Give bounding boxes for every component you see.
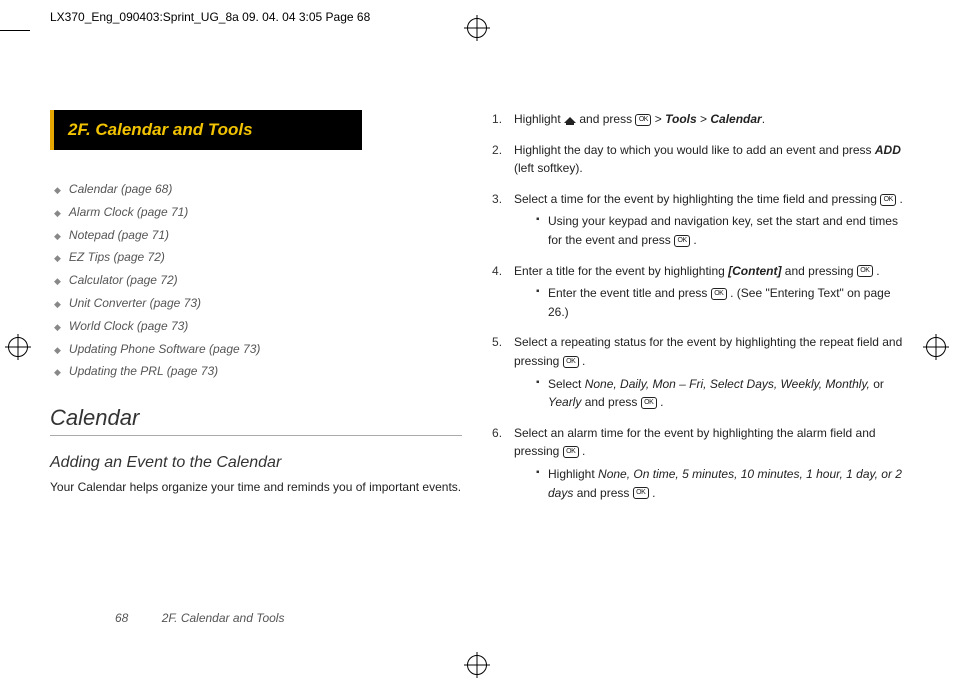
step-3-sub: Using your keypad and navigation key, se… [536,212,904,249]
toc-item: Alarm Clock (page 71) [54,201,462,224]
ok-icon [563,356,579,368]
text: > [697,112,711,126]
intro-paragraph: Your Calendar helps organize your time a… [50,478,462,496]
toc-item: EZ Tips (page 72) [54,246,462,269]
text: . [873,264,880,278]
text: . [690,233,697,247]
ok-icon [711,288,727,300]
text: . [579,354,586,368]
field-content: [Content] [728,264,781,278]
substep: Select None, Daily, Mon – Fri, Select Da… [536,375,904,412]
toc-item: Calendar (page 68) [54,178,462,201]
substep: Using your keypad and navigation key, se… [536,212,904,249]
text: Select [548,377,585,391]
ok-icon [880,194,896,206]
step-6: Select an alarm time for the event by hi… [492,424,904,502]
page-number: 68 [115,611,128,625]
text: . [896,192,903,206]
step-5-sub: Select None, Daily, Mon – Fri, Select Da… [536,375,904,412]
menu-calendar: Calendar [710,112,761,126]
registration-mark-right [926,337,946,357]
text: and press [579,112,635,126]
menu-tools: Tools [665,112,697,126]
toc-item: Notepad (page 71) [54,224,462,247]
left-column: 2F. Calendar and Tools Calendar (page 68… [50,110,462,514]
text: (left softkey). [514,161,583,175]
text: . [579,444,586,458]
text: > [655,112,665,126]
home-icon [564,115,576,125]
text: Highlight [514,112,564,126]
step-1: Highlight and press > Tools > Calendar. [492,110,904,129]
text: or [870,377,884,391]
toc-item: Unit Converter (page 73) [54,292,462,315]
text: Highlight the day to which you would lik… [514,143,875,157]
text: . [657,395,664,409]
ok-icon [635,114,651,126]
toc-item: Calculator (page 72) [54,269,462,292]
right-column: Highlight and press > Tools > Calendar. … [492,110,904,514]
toc-item: Updating the PRL (page 73) [54,360,462,383]
repeat-options: None, Daily, Mon – Fri, Select Days, Wee… [585,377,870,391]
text: and press [573,486,632,500]
heading-adding-event: Adding an Event to the Calendar [50,454,462,472]
print-job-header: LX370_Eng_090403:Sprint_UG_8a 09. 04. 04… [50,10,370,24]
step-6-sub: Highlight None, On time, 5 minutes, 10 m… [536,465,904,502]
text: Using your keypad and navigation key, se… [548,214,898,247]
section-title-text: 2F. Calendar and Tools [68,120,253,139]
running-title: 2F. Calendar and Tools [162,611,285,625]
softkey-add: ADD [875,143,901,157]
step-3: Select a time for the event by highlight… [492,190,904,250]
steps-list: Highlight and press > Tools > Calendar. … [492,110,904,502]
step-4: Enter a title for the event by highlight… [492,262,904,322]
step-2: Highlight the day to which you would lik… [492,141,904,178]
text: and press [581,395,640,409]
registration-mark-top [467,18,487,38]
text: Highlight [548,467,598,481]
table-of-contents: Calendar (page 68) Alarm Clock (page 71)… [54,178,462,383]
substep: Enter the event title and press . (See "… [536,284,904,321]
registration-mark-bottom [467,655,487,675]
toc-item: World Clock (page 73) [54,315,462,338]
ok-icon [674,235,690,247]
step-4-sub: Enter the event title and press . (See "… [536,284,904,321]
substep: Highlight None, On time, 5 minutes, 10 m… [536,465,904,502]
step-5: Select a repeating status for the event … [492,333,904,411]
ok-icon [857,265,873,277]
text: Enter the event title and press [548,286,711,300]
text: and pressing [781,264,856,278]
text: . [762,112,765,126]
toc-item: Updating Phone Software (page 73) [54,338,462,361]
page-footer: 68 2F. Calendar and Tools [115,611,284,625]
ok-icon [633,487,649,499]
ok-icon [641,397,657,409]
page-content: 2F. Calendar and Tools Calendar (page 68… [50,60,904,633]
repeat-yearly: Yearly [548,395,581,409]
text: Enter a title for the event by highlight… [514,264,728,278]
ok-icon [563,446,579,458]
registration-mark-left [8,337,28,357]
text: . [649,486,656,500]
crop-mark [0,30,30,31]
heading-calendar: Calendar [50,405,462,436]
section-title-tab: 2F. Calendar and Tools [50,110,362,150]
text: Select a time for the event by highlight… [514,192,880,206]
